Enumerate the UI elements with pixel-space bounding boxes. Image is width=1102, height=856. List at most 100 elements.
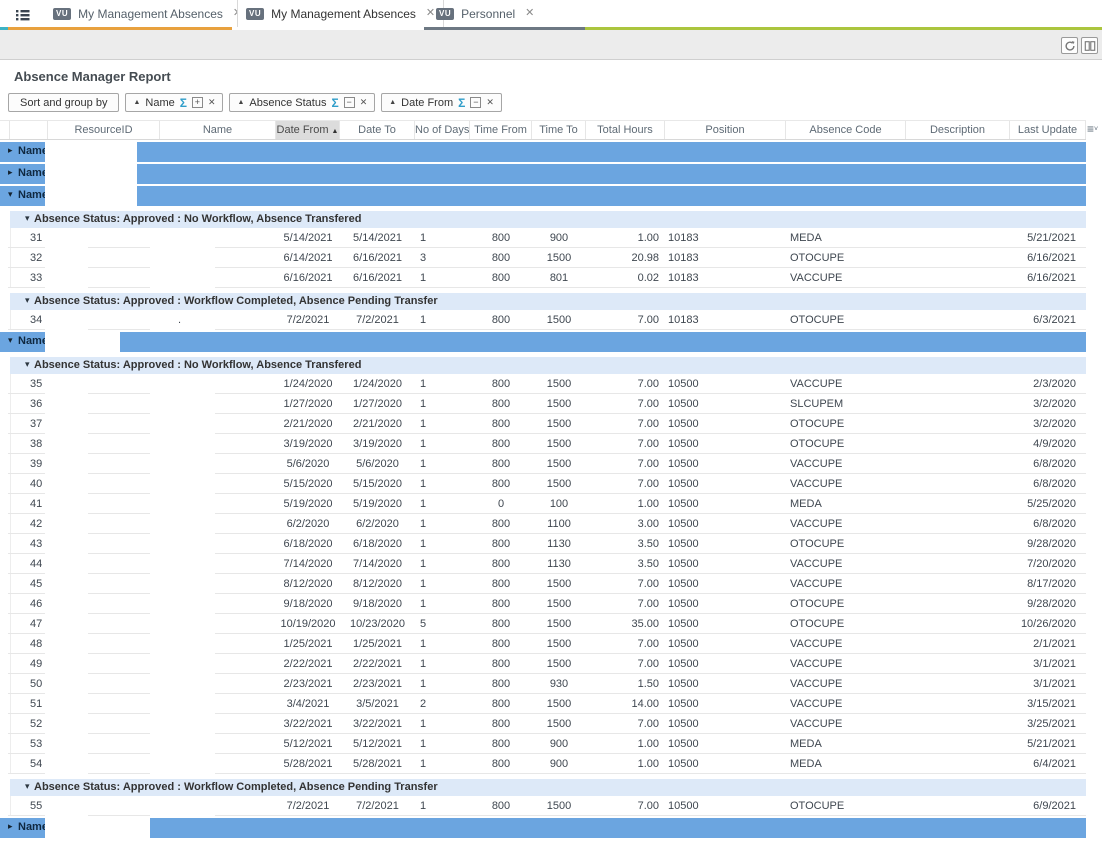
col-header-desc[interactable]: Description [906, 121, 1010, 139]
tab-my-management-absences-1[interactable]: VU My Management Absences ✕ [45, 0, 250, 27]
sigma-icon[interactable]: Σ [458, 97, 465, 109]
tab-my-management-absences-2[interactable]: VU My Management Absences ✕ [237, 0, 444, 27]
table-row[interactable]: 502/23/20212/23/202118009301.5010500VACC… [0, 674, 1086, 694]
cell-name [160, 248, 276, 268]
split-view-button[interactable] [1081, 37, 1098, 54]
sort-chip-name[interactable]: ▲ Name Σ + ✕ [125, 93, 223, 112]
cell-num: 41 [10, 494, 48, 514]
collapse-arrow-icon[interactable]: ▾ [25, 296, 30, 305]
collapse-arrow-icon[interactable]: ▾ [25, 360, 30, 369]
expand-arrow-icon[interactable]: ▸ [8, 146, 13, 155]
cell-position: 10500 [665, 534, 786, 554]
col-header-code[interactable]: Absence Code [786, 121, 906, 139]
table-row[interactable]: 458/12/20208/12/2020180015007.0010500VAC… [0, 574, 1086, 594]
table-row[interactable]: 426/2/20206/2/2020180011003.0010500VACCU… [0, 514, 1086, 534]
cell-days: 1 [415, 654, 470, 674]
group-row-name[interactable]: ▾Name [0, 186, 1086, 206]
collapse-arrow-icon[interactable]: ▾ [25, 214, 30, 223]
expand-arrow-icon[interactable]: ▸ [8, 168, 13, 177]
cell-name [160, 654, 276, 674]
table-row[interactable]: 395/6/20205/6/2020180015007.0010500VACCU… [0, 454, 1086, 474]
table-row[interactable]: 383/19/20203/19/2020180015007.0010500OTO… [0, 434, 1086, 454]
cell-days: 1 [415, 414, 470, 434]
table-row[interactable]: 405/15/20205/15/2020180015007.0010500VAC… [0, 474, 1086, 494]
sort-chip-date-from[interactable]: ▲ Date From Σ − ✕ [381, 93, 502, 112]
close-icon[interactable]: ✕ [208, 97, 216, 108]
sort-chip-absence-status[interactable]: ▲ Absence Status Σ − ✕ [229, 93, 375, 112]
table-row[interactable]: 326/14/20216/16/20213800150020.9810183OT… [0, 248, 1086, 268]
col-header-time-from[interactable]: Time From [470, 121, 532, 139]
expand-arrow-icon[interactable]: ▸ [8, 822, 13, 831]
group-row-absence-status[interactable]: ▾Absence Status: Approved : Workflow Com… [10, 779, 1086, 796]
sort-and-group-by-button[interactable]: Sort and group by [8, 93, 119, 112]
table-row[interactable]: 361/27/20201/27/2020180015007.0010500SLC… [0, 394, 1086, 414]
cell-desc [906, 714, 1010, 734]
table-row[interactable]: 415/19/20205/19/2020101001.0010500MEDA5/… [0, 494, 1086, 514]
col-header-last-update[interactable]: Last Update [1010, 121, 1086, 139]
table-row[interactable]: 535/12/20215/12/202118009001.0010500MEDA… [0, 734, 1086, 754]
group-row-name[interactable]: ▾Name: [0, 332, 1086, 352]
cell-total-hours: 7.00 [586, 594, 665, 614]
collapse-box-icon[interactable]: − [470, 97, 481, 108]
table-row[interactable]: 336/16/20216/16/202118008010.0210183VACC… [0, 268, 1086, 288]
tab-personnel[interactable]: VU Personnel ✕ [428, 0, 542, 27]
col-header-name[interactable]: Name [160, 121, 276, 139]
table-row[interactable]: 34.7/2/20217/2/2021180015007.0010183OTOC… [0, 310, 1086, 330]
tab-list-menu-button[interactable] [12, 6, 34, 24]
group-row-name[interactable]: ▸Name [0, 164, 1086, 184]
collapse-arrow-icon[interactable]: ▾ [8, 336, 13, 345]
table-row[interactable]: 447/14/20207/14/2020180011303.5010500VAC… [0, 554, 1086, 574]
expand-box-icon[interactable]: + [192, 97, 203, 108]
sigma-icon[interactable]: Σ [331, 97, 338, 109]
col-header-time-to[interactable]: Time To [532, 121, 586, 139]
collapse-arrow-icon[interactable]: ▾ [25, 782, 30, 791]
group-row-absence-status[interactable]: ▾Absence Status: Approved : No Workflow,… [10, 357, 1086, 374]
table-row[interactable]: 351/24/20201/24/2020180015007.0010500VAC… [0, 374, 1086, 394]
table-row[interactable]: 436/18/20206/18/2020180011303.5010500OTO… [0, 534, 1086, 554]
table-row[interactable]: 492/22/20212/22/2021180015007.0010500VAC… [0, 654, 1086, 674]
close-icon[interactable]: ✕ [525, 8, 534, 19]
refresh-button[interactable] [1061, 37, 1078, 54]
group-row-name[interactable]: ▸Name [0, 142, 1086, 162]
table-row[interactable]: 372/21/20202/21/2020180015007.0010500OTO… [0, 414, 1086, 434]
collapse-arrow-icon[interactable]: ▾ [8, 190, 13, 199]
cell-code: SLCUPEM [786, 394, 906, 414]
col-header-days[interactable]: No of Days [415, 121, 470, 139]
cell-name [160, 228, 276, 248]
close-icon[interactable]: ✕ [360, 97, 368, 108]
sort-asc-icon[interactable]: ▲ [237, 99, 244, 106]
cell-indent [0, 574, 10, 594]
table-row[interactable]: 469/18/20209/18/2020180015007.0010500OTO… [0, 594, 1086, 614]
table-row[interactable]: 315/14/20215/14/202118009001.0010183MEDA… [0, 228, 1086, 248]
cell-time-from: 800 [470, 714, 532, 734]
col-header-date-from[interactable]: Date From▲ [276, 121, 340, 139]
table-row[interactable]: 513/4/20213/5/20212800150014.0010500VACC… [0, 694, 1086, 714]
cell-date-from: 3/4/2021 [276, 694, 340, 714]
table-row[interactable]: 545/28/20215/28/202118009001.0010500MEDA… [0, 754, 1086, 774]
group-row-name[interactable]: ▸Name: [0, 818, 1086, 838]
sort-asc-icon[interactable]: ▲ [133, 99, 140, 106]
close-icon[interactable]: ✕ [486, 97, 494, 108]
sigma-icon[interactable]: Σ [180, 97, 187, 109]
cell-code: VACCUPE [786, 454, 906, 474]
cell-position: 10183 [665, 310, 786, 330]
table-row[interactable]: 557/2/20217/2/2021180015007.0010500OTOCU… [0, 796, 1086, 816]
column-chooser-button[interactable]: ≡˅ [1085, 123, 1100, 138]
group-row-absence-status[interactable]: ▾Absence Status: Approved : Workflow Com… [10, 293, 1086, 310]
cell-date-to: 2/22/2021 [340, 654, 415, 674]
col-header-num[interactable] [10, 121, 48, 139]
table-row[interactable]: 4710/19/202010/23/20205800150035.0010500… [0, 614, 1086, 634]
sort-asc-icon[interactable]: ▲ [389, 99, 396, 106]
col-header-rid[interactable]: ResourceID [48, 121, 160, 139]
table-row[interactable]: 523/22/20213/22/2021180015007.0010500VAC… [0, 714, 1086, 734]
cell-desc [906, 414, 1010, 434]
cell-rid [48, 414, 160, 434]
col-header-date-to[interactable]: Date To [340, 121, 415, 139]
cell-indent [0, 310, 10, 330]
col-header-total-hours[interactable]: Total Hours [586, 121, 665, 139]
col-header-position[interactable]: Position [665, 121, 786, 139]
table-row[interactable]: 481/25/20211/25/2021180015007.0010500VAC… [0, 634, 1086, 654]
group-row-absence-status[interactable]: ▾Absence Status: Approved : No Workflow,… [10, 211, 1086, 228]
cell-desc [906, 534, 1010, 554]
collapse-box-icon[interactable]: − [344, 97, 355, 108]
